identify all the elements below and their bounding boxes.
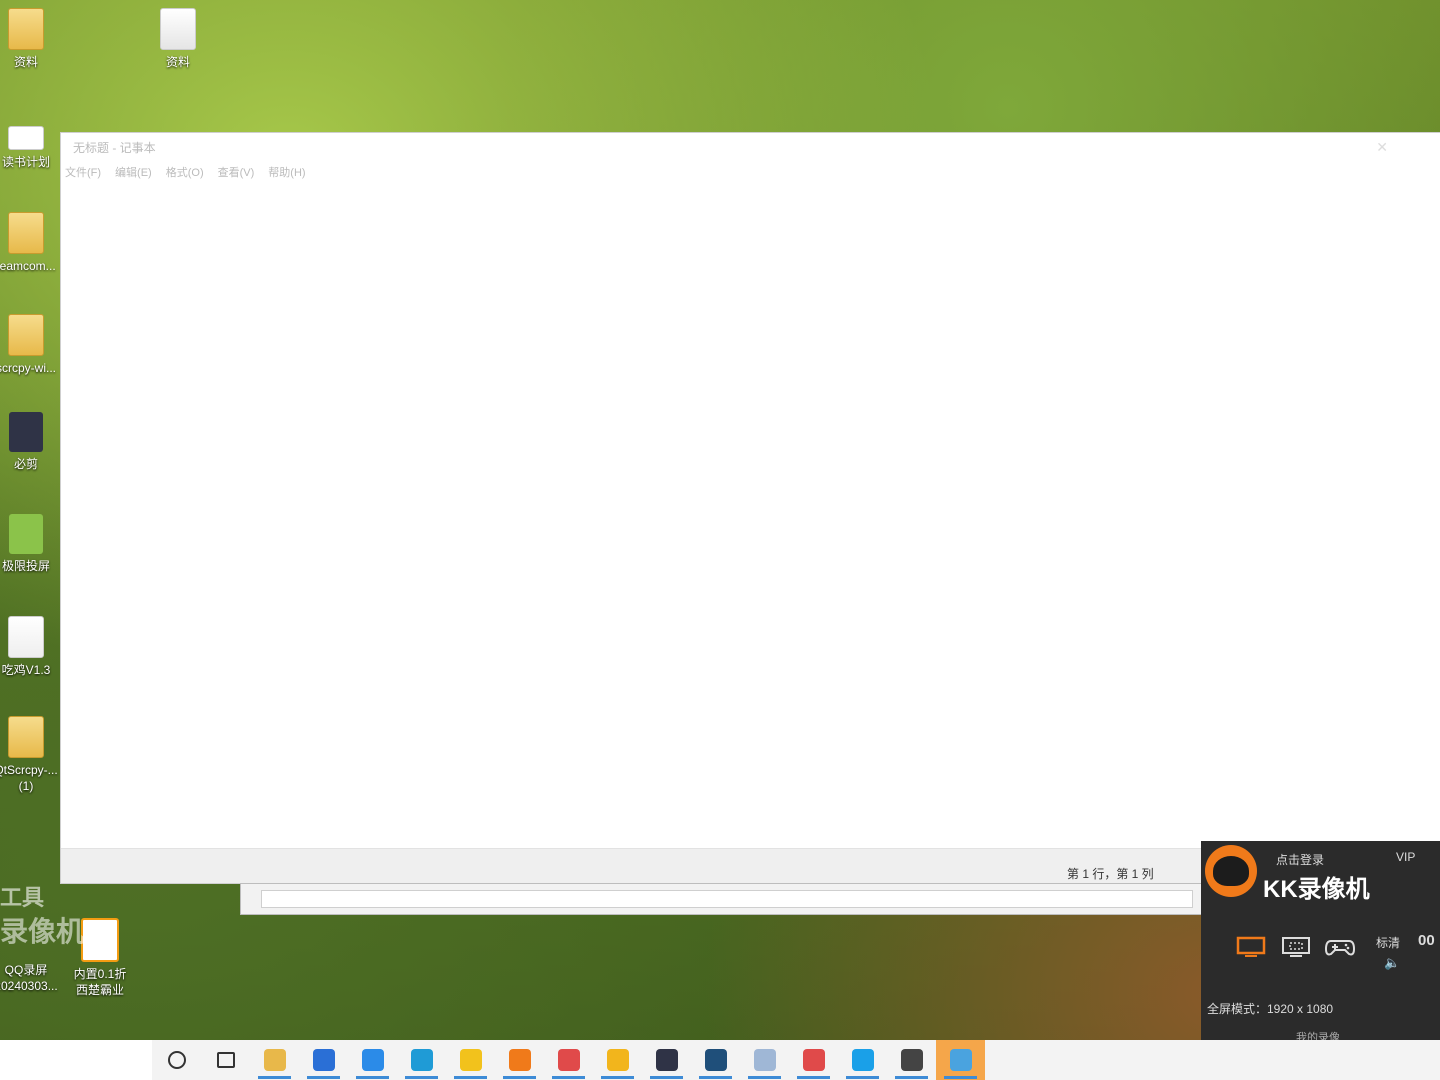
menu-file[interactable]: 文件(F) [65, 164, 101, 180]
taskbar-item[interactable] [740, 1040, 789, 1080]
folder-icon [8, 314, 44, 356]
desktop-icon-label: 必剪 [13, 457, 38, 471]
desktop-icon-label: scrcpy-wi... [0, 361, 56, 375]
close-icon[interactable]: ✕ [1376, 139, 1388, 156]
desktop-icon-jixian[interactable]: 极限投屏 [0, 514, 58, 574]
clipped-desktop-text: 录像机 [0, 916, 85, 947]
desktop-icon-bijian[interactable]: 必剪 [0, 412, 58, 472]
vip-button[interactable]: VIP [1396, 850, 1415, 864]
fullscreen-mode-icon[interactable] [1235, 935, 1267, 959]
volume-icon[interactable]: 🔈 [1384, 955, 1400, 971]
taskbar-item[interactable] [789, 1040, 838, 1080]
taskbar-item[interactable] [299, 1040, 348, 1080]
taskbar [0, 1040, 1440, 1080]
background-window-input[interactable] [261, 890, 1193, 908]
folder-icon [8, 8, 44, 50]
desktop-icon-qtscrcpy[interactable]: QtScrcpy-... (1) [0, 716, 58, 794]
bijian-icon [9, 412, 43, 452]
clipped-desktop-text: 工具 [0, 885, 45, 910]
menu-format[interactable]: 格式(O) [166, 164, 204, 180]
game-mode-icon[interactable] [1324, 935, 1356, 959]
window-title: 无标题 - 记事本 [73, 140, 156, 155]
folder-icon [8, 716, 44, 758]
cursor-position: 第 1 行，第 1 列 [1067, 867, 1154, 881]
taskbar-item[interactable] [936, 1040, 985, 1080]
text-editor-area[interactable] [61, 193, 1440, 849]
taskbar-item[interactable] [152, 1040, 201, 1080]
desktop-icon-teamcom[interactable]: teamcom... [0, 212, 58, 274]
folder-icon [160, 8, 196, 50]
desktop-icon-label: 资料 [165, 55, 190, 69]
apk-icon [81, 918, 119, 962]
desktop-icon-folder-3[interactable]: 读书计划 [0, 126, 58, 170]
desktop-icon-label: 极限投屏 [1, 559, 50, 573]
taskbar-item[interactable] [250, 1040, 299, 1080]
taskbar-item[interactable] [544, 1040, 593, 1080]
kk-recorder-panel: 点击登录 VIP KK录像机 标清 00 🔈 全屏模式：1920 x 1080 … [1201, 841, 1440, 1044]
paper-plane-icon [851, 1049, 874, 1071]
recording-timer: 00 [1418, 932, 1435, 949]
android-icon [9, 514, 43, 554]
taskbar-item[interactable] [887, 1040, 936, 1080]
desktop-icon-label: 内置0.1折西楚霸业 [73, 967, 127, 997]
kk-recorder-icon [508, 1049, 531, 1071]
folder-icon [8, 212, 44, 254]
kk-browser-icon [361, 1049, 384, 1071]
menu-bar: 文件(F) 编辑(E) 格式(O) 查看(V) 帮助(H) [61, 161, 1440, 183]
wps-icon [557, 1049, 580, 1071]
desktop-icon-label: 读书计划 [1, 155, 50, 169]
region-mode-icon[interactable] [1280, 935, 1312, 959]
menu-view[interactable]: 查看(V) [218, 164, 255, 180]
background-window[interactable] [240, 883, 1204, 915]
taskbar-item[interactable] [593, 1040, 642, 1080]
file-explorer-icon [263, 1049, 286, 1071]
taskbar-item[interactable] [838, 1040, 887, 1080]
calculator-icon [900, 1049, 923, 1071]
desktop-icon-label: teamcom... [0, 259, 56, 273]
taskbar-item[interactable] [446, 1040, 495, 1080]
taskbar-item[interactable] [201, 1040, 250, 1080]
desktop-icon-label: 吃鸡V1.3 [1, 663, 51, 677]
folder-icon [8, 126, 44, 150]
desktop-icon-label: QQ录屏 20240303... [0, 963, 58, 993]
app-name: KK录像机 [1263, 876, 1370, 903]
notes-app-icon [606, 1049, 629, 1071]
glasses-app-icon [802, 1049, 825, 1071]
desktop-icon-folder-2[interactable]: 资料 [146, 8, 210, 70]
taskbar-icons [152, 1040, 985, 1080]
taskbar-item[interactable] [397, 1040, 446, 1080]
kk-logo-icon[interactable] [1205, 845, 1257, 897]
yellow-app-icon [459, 1049, 482, 1071]
cortana-icon [167, 1051, 186, 1069]
desktop-icon-label: 资料 [13, 55, 38, 69]
menu-help[interactable]: 帮助(H) [268, 164, 305, 180]
mail-icon [312, 1049, 335, 1071]
taskbar-item[interactable] [495, 1040, 544, 1080]
folder-icon [8, 616, 44, 658]
edge-icon [410, 1049, 433, 1071]
task-view-icon [216, 1052, 235, 1068]
e-app-icon [704, 1049, 727, 1071]
desktop-icon-chiji[interactable]: 吃鸡V1.3 [0, 616, 58, 678]
taskbar-item[interactable] [642, 1040, 691, 1080]
desktop-icon-folder-1[interactable]: 资料 [0, 8, 58, 70]
document-icon [753, 1049, 776, 1071]
menu-edit[interactable]: 编辑(E) [115, 164, 152, 180]
taskbar-search-box[interactable] [0, 1040, 152, 1080]
notepad-titlebar[interactable]: 无标题 - 记事本 ✕ [61, 133, 1440, 161]
capture-mode-info: 全屏模式：1920 x 1080 [1207, 1002, 1334, 1016]
taskbar-item[interactable] [348, 1040, 397, 1080]
login-link[interactable]: 点击登录 [1276, 851, 1324, 868]
bijian-icon [655, 1049, 678, 1071]
taskbar-item[interactable] [691, 1040, 740, 1080]
quality-selector[interactable]: 标清 [1376, 934, 1400, 951]
app-icon [949, 1049, 972, 1071]
desktop-icon-scrcpy[interactable]: scrcpy-wi... [0, 314, 58, 376]
notepad-window: 无标题 - 记事本 ✕ 文件(F) 编辑(E) 格式(O) 查看(V) 帮助(H… [61, 133, 1440, 883]
desktop-icon-label: QtScrcpy-... (1) [0, 763, 58, 793]
